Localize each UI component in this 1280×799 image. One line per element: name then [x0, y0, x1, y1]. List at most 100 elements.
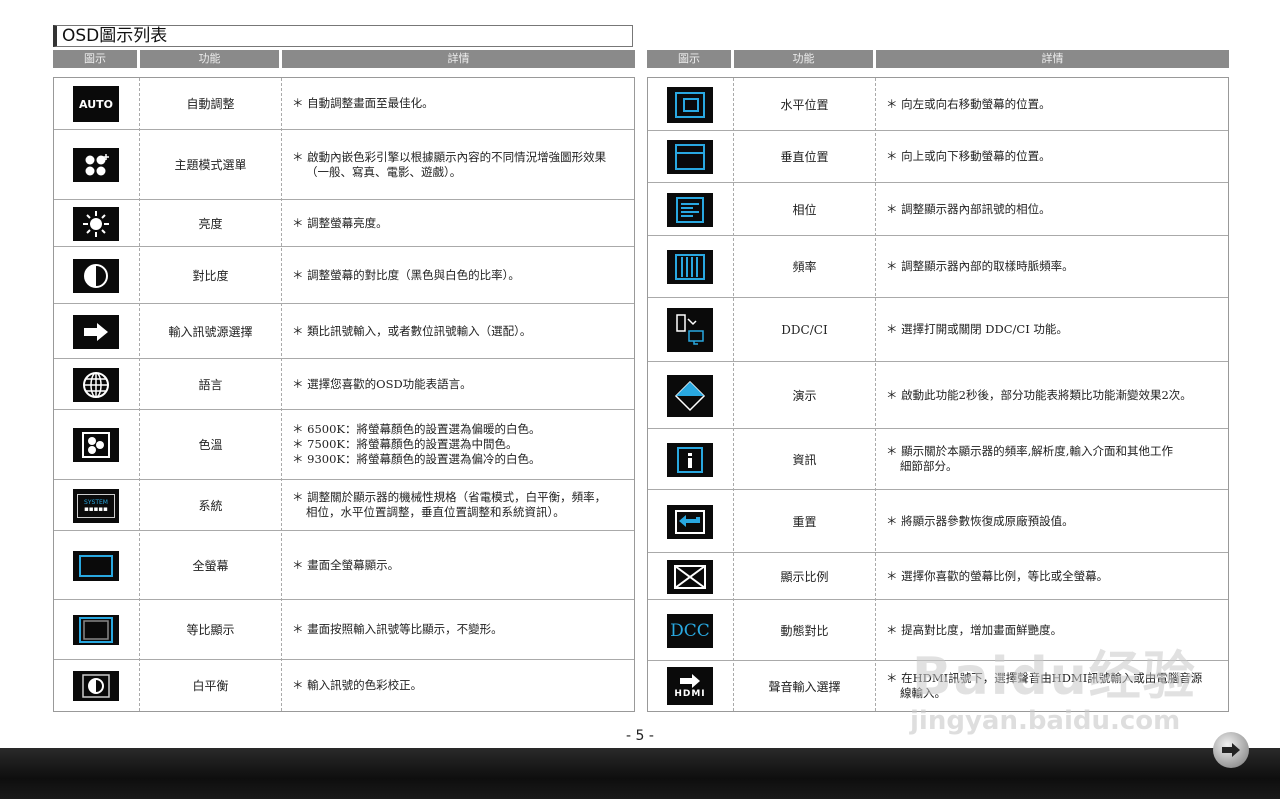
detail-text: ＊ 調整螢幕亮度。	[292, 200, 632, 246]
detail-line: ＊ 7500K：將螢幕顏色的設置選為中間色。	[292, 437, 518, 451]
dcc-icon: DCC	[667, 614, 713, 648]
table-row: AUTO 自動調整 ＊ 自動調整畫面至最佳化。	[54, 78, 634, 130]
right-table: 圖示 功能 詳情 水平位置 ＊ 向左或向右移動螢幕的位置。 垂直位置 ＊ 向上或向下移…	[647, 50, 1229, 712]
header-icon: 圖示	[53, 50, 137, 68]
header-detail: 詳情	[282, 50, 635, 68]
table-row: 全螢幕 ＊ 畫面全螢幕顯示。	[54, 531, 634, 600]
detail-line: ＊ 畫面按照輸入訊號等比顯示，不變形。	[292, 622, 503, 636]
function-label: 主題模式選單	[174, 158, 247, 172]
detail-text: ＊ 畫面全螢幕顯示。	[292, 531, 632, 599]
function-label: 自動調整	[186, 97, 235, 111]
function-label: 等比顯示	[186, 623, 235, 637]
system-icon: SYSTEM ▪▪▪▪▪	[73, 489, 119, 523]
detail-line: ＊ 畫面全螢幕顯示。	[292, 557, 400, 572]
table-row: 亮度 ＊ 調整螢幕亮度。	[54, 200, 634, 247]
function-label: 色溫	[198, 438, 223, 452]
table-row: 重置 ＊ 將顯示器參數恢復成原廠預設值。	[648, 490, 1228, 553]
page-number: - 5 -	[626, 728, 654, 744]
detail-text: ＊ 調整顯示器內部訊號的相位。	[886, 183, 1226, 235]
theme-mode-icon	[73, 148, 119, 182]
function-label: 相位	[792, 202, 817, 217]
function-label: 頻率	[792, 260, 817, 274]
white-balance-icon	[73, 671, 119, 701]
detail-line: ＊ 啟動內嵌色彩引擎以根據顯示內容的不同情況增強圖形效果	[292, 149, 607, 164]
detail-line: （一般、寫真、電影、遊戲）。	[306, 164, 462, 179]
detail-line: ＊ 類比訊號輸入，或者數位訊號輸入（選配）。	[292, 323, 532, 338]
table-row: SYSTEM ▪▪▪▪▪ 系統 ＊ 調整關於顯示器的機械性規格（省電模式，白平衡，頻率…	[54, 480, 634, 531]
table-row: 對比度 ＊ 調整螢幕的對比度（黑色與白色的比率）。	[54, 247, 634, 304]
color-temp-icon	[73, 428, 119, 462]
detail-line: ＊ 將顯示器參數恢復成原廠預設值。	[886, 513, 1074, 528]
brightness-icon	[73, 207, 119, 241]
function-label: 對比度	[192, 268, 229, 283]
detail-line: ＊ 向上或向下移動螢幕的位置。	[886, 149, 1051, 163]
detail-line: ＊ 調整關於顯示器的機械性規格（省電模式，白平衡，頻率，	[292, 490, 607, 504]
function-label: 水平位置	[780, 97, 829, 112]
table-row: 輸入訊號源選擇 ＊ 類比訊號輸入，或者數位訊號輸入（選配）。	[54, 304, 634, 359]
detail-line: ＊ 9300K：將螢幕顏色的設置選為偏冷的白色。	[292, 452, 541, 466]
detail-text: ＊ 6500K：將螢幕顏色的設置選為偏暖的白色。＊ 7500K：將螢幕顏色的設置…	[292, 410, 632, 479]
table-row: 色溫 ＊ 6500K：將螢幕顏色的設置選為偏暖的白色。＊ 7500K：將螢幕顏色的…	[54, 410, 634, 480]
left-table-body: AUTO 自動調整 ＊ 自動調整畫面至最佳化。主題模式選單 ＊ 啟動內嵌色彩引擎以根據…	[53, 77, 635, 712]
table-row: 水平位置 ＊ 向左或向右移動螢幕的位置。	[648, 78, 1228, 131]
function-label: 重置	[792, 514, 817, 529]
detail-line: 細節部分。	[900, 459, 958, 473]
hdmi-audio-icon: HDMI	[667, 667, 713, 705]
detail-line: ＊ 啟動此功能2秒後，部分功能表將類比功能漸變效果2次。	[886, 387, 1192, 402]
detail-text: ＊ 將顯示器參數恢復成原廠預設值。	[886, 490, 1226, 552]
info-icon	[667, 443, 713, 477]
table-row: 演示 ＊ 啟動此功能2秒後，部分功能表將類比功能漸變效果2次。	[648, 362, 1228, 429]
detail-line: ＊ 選擇打開或關閉 DDC/CI 功能。	[886, 322, 1068, 336]
clock-icon	[667, 250, 713, 284]
detail-text: ＊ 選擇你喜歡的螢幕比例，等比或全螢幕。	[886, 553, 1226, 599]
detail-text: ＊ 自動調整畫面至最佳化。	[292, 78, 632, 129]
detail-text: ＊ 啟動內嵌色彩引擎以根據顯示內容的不同情況增強圖形效果 （一般、寫真、電影、遊戲…	[292, 130, 632, 199]
header-detail: 詳情	[876, 50, 1229, 68]
detail-text: ＊ 畫面按照輸入訊號等比顯示，不變形。	[292, 600, 632, 659]
detail-text: ＊ 類比訊號輸入，或者數位訊號輸入（選配）。	[292, 304, 632, 358]
detail-line: 相位，水平位置調整，垂直位置調整和系統資訊）。	[306, 505, 565, 519]
detail-text: ＊ 選擇您喜歡的OSD功能表語言。	[292, 359, 632, 409]
detail-text: ＊ 選擇打開或關閉 DDC/CI 功能。	[886, 298, 1226, 361]
reset-icon	[667, 505, 713, 539]
detail-line: ＊ 向左或向右移動螢幕的位置。	[886, 96, 1051, 111]
detail-line: ＊ 顯示關於本顯示器的頻率,解析度,輸入介面和其他工作	[886, 444, 1173, 458]
detail-text: ＊ 調整螢幕的對比度（黑色與白色的比率）。	[292, 247, 632, 303]
detail-text: ＊ 調整顯示器內部的取樣時脈頻率。	[886, 236, 1226, 297]
input-select-icon	[73, 315, 119, 349]
right-table-body: 水平位置 ＊ 向左或向右移動螢幕的位置。垂直位置 ＊ 向上或向下移動螢幕的位置。相位…	[647, 77, 1229, 712]
watermark-url: jingyan.baidu.com	[910, 706, 1181, 736]
function-label: 全螢幕	[192, 558, 229, 573]
arrow-right-icon	[1222, 743, 1240, 757]
detail-line: ＊ 自動調整畫面至最佳化。	[292, 96, 434, 110]
h-position-icon	[667, 87, 713, 123]
detail-line: ＊ 6500K：將螢幕顏色的設置選為偏暖的白色。	[292, 422, 541, 436]
table-row: 資訊 ＊ 顯示關於本顯示器的頻率,解析度,輸入介面和其他工作 細節部分。	[648, 429, 1228, 490]
function-label: 顯示比例	[780, 569, 829, 584]
detail-text: ＊ 顯示關於本顯示器的頻率,解析度,輸入介面和其他工作 細節部分。	[886, 429, 1226, 489]
detail-line: ＊ 調整螢幕亮度。	[292, 215, 388, 230]
table-row: 相位 ＊ 調整顯示器內部訊號的相位。	[648, 183, 1228, 236]
detail-line: ＊ 選擇您喜歡的OSD功能表語言。	[292, 376, 472, 391]
table-row: 主題模式選單 ＊ 啟動內嵌色彩引擎以根據顯示內容的不同情況增強圖形效果 （一般、寫真…	[54, 130, 634, 200]
next-page-button[interactable]	[1213, 732, 1249, 768]
detail-text: ＊ 輸入訊號的色彩校正。	[292, 660, 632, 711]
function-label: DDC/CI	[781, 322, 828, 337]
detail-line: ＊ 輸入訊號的色彩校正。	[292, 678, 423, 692]
function-label: 語言	[198, 377, 223, 392]
table-row: 垂直位置 ＊ 向上或向下移動螢幕的位置。	[648, 131, 1228, 183]
detail-line: ＊ 調整顯示器內部的取樣時脈頻率。	[886, 259, 1074, 273]
function-label: 演示	[792, 388, 817, 403]
v-position-icon	[667, 140, 713, 174]
function-label: 垂直位置	[780, 150, 829, 164]
table-row: 等比顯示 ＊ 畫面按照輸入訊號等比顯示，不變形。	[54, 600, 634, 660]
function-label: 輸入訊號源選擇	[168, 324, 253, 339]
language-icon	[73, 368, 119, 402]
hdmi-icon-text: HDMI	[674, 689, 706, 699]
table-row: 語言 ＊ 選擇您喜歡的OSD功能表語言。	[54, 359, 634, 410]
phase-icon	[667, 193, 713, 227]
detail-text: ＊ 向左或向右移動螢幕的位置。	[886, 78, 1226, 130]
detail-text: ＊ 調整關於顯示器的機械性規格（省電模式，白平衡，頻率， 相位，水平位置調整，垂直…	[292, 480, 632, 530]
auto-icon: AUTO	[73, 86, 119, 122]
contrast-icon	[73, 259, 119, 293]
